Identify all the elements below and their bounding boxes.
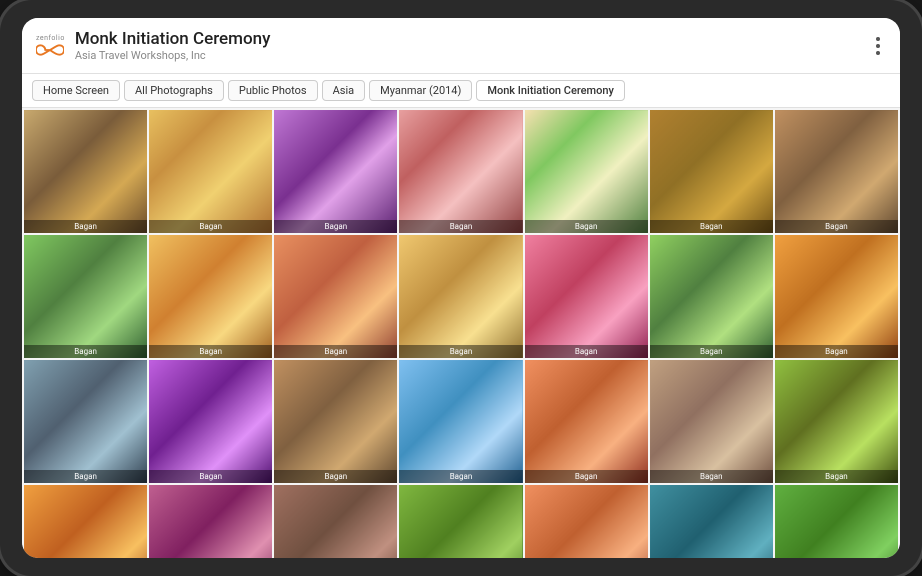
photo-cell[interactable]: Bagan	[525, 110, 648, 233]
zenfolio-infinity-icon	[36, 43, 64, 57]
breadcrumb-item-all-photographs[interactable]: All Photographs	[124, 80, 224, 101]
photo-cell[interactable]: Bagan	[775, 360, 898, 483]
photo-location-label: Bagan	[149, 345, 272, 358]
photo-cell[interactable]: Bagan	[274, 110, 397, 233]
photo-thumbnail	[274, 110, 397, 233]
photo-location-label: Bagan	[525, 470, 648, 483]
photo-location-label: Bagan	[650, 220, 773, 233]
photo-thumbnail	[650, 360, 773, 483]
photo-cell[interactable]: Bagan	[274, 235, 397, 358]
menu-dot-2	[876, 44, 880, 48]
photo-cell[interactable]: Bagan	[399, 360, 522, 483]
photo-thumbnail	[24, 110, 147, 233]
photo-cell[interactable]: Bagan	[24, 235, 147, 358]
photo-thumbnail	[399, 110, 522, 233]
zenfolio-logo: zenfolio	[36, 34, 65, 57]
photo-location-label: Bagan	[149, 470, 272, 483]
photo-thumbnail	[399, 360, 522, 483]
photo-thumbnail	[525, 110, 648, 233]
photo-cell[interactable]: Bagan	[149, 485, 272, 558]
breadcrumb-item-public-photos[interactable]: Public Photos	[228, 80, 318, 101]
photo-location-label: Bagan	[775, 345, 898, 358]
photo-thumbnail	[525, 235, 648, 358]
photo-cell[interactable]: Bagan	[149, 235, 272, 358]
photo-cell[interactable]: Bagan	[775, 235, 898, 358]
photo-thumbnail	[650, 485, 773, 558]
breadcrumb-item-asia[interactable]: Asia	[322, 80, 366, 101]
breadcrumb-item-myanmar-2014[interactable]: Myanmar (2014)	[369, 80, 472, 101]
device-frame: zenfolio Monk Initiation Ceremony Asia T…	[0, 0, 922, 576]
header-title-group: Monk Initiation Ceremony Asia Travel Wor…	[75, 29, 870, 62]
photo-thumbnail	[274, 485, 397, 558]
zenfolio-wordmark: zenfolio	[36, 34, 65, 42]
photo-cell[interactable]: Bagan	[399, 235, 522, 358]
photo-thumbnail	[149, 235, 272, 358]
photo-cell[interactable]: Bagan	[149, 360, 272, 483]
photo-cell[interactable]: Bagan	[525, 485, 648, 558]
photo-cell[interactable]: Bagan	[149, 110, 272, 233]
photo-thumbnail	[775, 110, 898, 233]
photo-cell[interactable]: Bagan	[650, 485, 773, 558]
photo-thumbnail	[274, 360, 397, 483]
photo-location-label: Bagan	[525, 220, 648, 233]
photo-location-label: Bagan	[24, 345, 147, 358]
photo-thumbnail	[525, 485, 648, 558]
grid-container: BaganBaganBaganBaganBaganBaganBaganBagan…	[24, 110, 898, 558]
photo-location-label: Bagan	[775, 220, 898, 233]
photo-cell[interactable]: Bagan	[525, 360, 648, 483]
photo-thumbnail	[149, 360, 272, 483]
photo-location-label: Bagan	[274, 345, 397, 358]
photo-thumbnail	[775, 235, 898, 358]
photo-cell[interactable]: Bagan	[775, 485, 898, 558]
header-subtitle: Asia Travel Workshops, Inc	[75, 49, 870, 62]
photo-cell[interactable]: Bagan	[24, 110, 147, 233]
breadcrumb-item-monk-initiation[interactable]: Monk Initiation Ceremony	[476, 80, 625, 101]
photo-location-label: Bagan	[399, 470, 522, 483]
photo-thumbnail	[149, 110, 272, 233]
photo-thumbnail	[525, 360, 648, 483]
photo-thumbnail	[24, 485, 147, 558]
photo-cell[interactable]: Bagan	[399, 110, 522, 233]
photo-cell[interactable]: Bagan	[650, 235, 773, 358]
photo-thumbnail	[650, 110, 773, 233]
more-options-button[interactable]	[870, 31, 886, 61]
photo-location-label: Bagan	[650, 345, 773, 358]
photo-location-label: Bagan	[274, 220, 397, 233]
photo-location-label: Bagan	[775, 470, 898, 483]
menu-dot-3	[876, 51, 880, 55]
photo-grid[interactable]: BaganBaganBaganBaganBaganBaganBaganBagan…	[22, 108, 900, 558]
photo-location-label: Bagan	[149, 220, 272, 233]
photo-cell[interactable]: Bagan	[775, 110, 898, 233]
photo-cell[interactable]: Bagan	[650, 360, 773, 483]
photo-cell[interactable]: Bagan	[525, 235, 648, 358]
photo-cell[interactable]: Bagan	[399, 485, 522, 558]
photo-location-label: Bagan	[24, 470, 147, 483]
photo-location-label: Bagan	[274, 470, 397, 483]
photo-location-label: Bagan	[525, 345, 648, 358]
photo-location-label: Bagan	[399, 345, 522, 358]
header-title: Monk Initiation Ceremony	[75, 29, 870, 49]
header: zenfolio Monk Initiation Ceremony Asia T…	[22, 18, 900, 74]
photo-cell[interactable]: Bagan	[650, 110, 773, 233]
photo-thumbnail	[149, 485, 272, 558]
photo-cell[interactable]: Bagan	[274, 360, 397, 483]
photo-thumbnail	[399, 235, 522, 358]
breadcrumb-item-home-screen[interactable]: Home Screen	[32, 80, 120, 101]
photo-cell[interactable]: Bagan	[24, 485, 147, 558]
photo-thumbnail	[24, 360, 147, 483]
photo-thumbnail	[775, 485, 898, 558]
device-screen: zenfolio Monk Initiation Ceremony Asia T…	[22, 18, 900, 558]
photo-thumbnail	[274, 235, 397, 358]
photo-thumbnail	[24, 235, 147, 358]
photo-cell[interactable]: Bagan	[274, 485, 397, 558]
photo-thumbnail	[650, 235, 773, 358]
photo-thumbnail	[399, 485, 522, 558]
photo-thumbnail	[775, 360, 898, 483]
photo-location-label: Bagan	[399, 220, 522, 233]
photo-location-label: Bagan	[24, 220, 147, 233]
photo-cell[interactable]: Bagan	[24, 360, 147, 483]
menu-dot-1	[876, 37, 880, 41]
breadcrumb: Home Screen All Photographs Public Photo…	[22, 74, 900, 108]
photo-location-label: Bagan	[650, 470, 773, 483]
